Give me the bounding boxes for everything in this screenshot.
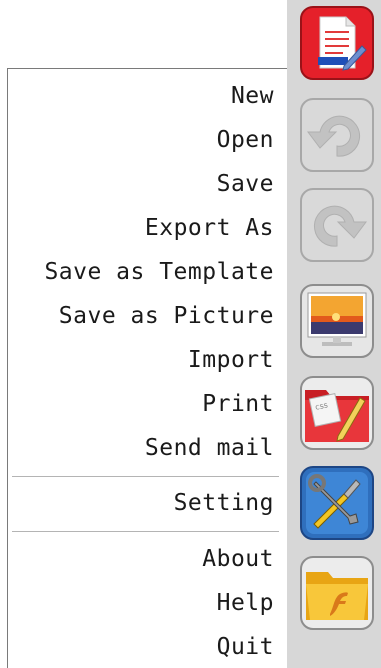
- redo-button[interactable]: [300, 188, 374, 262]
- menu-separator: [12, 531, 279, 532]
- flash-folder-icon: [300, 556, 374, 630]
- menu-item-new[interactable]: New: [231, 78, 274, 114]
- flash-folder-button[interactable]: [300, 556, 374, 630]
- redo-icon: [300, 188, 374, 262]
- menu-item-help[interactable]: Help: [217, 585, 274, 621]
- undo-icon: [300, 98, 374, 172]
- css-folder-button[interactable]: css: [300, 376, 374, 450]
- side-toolbar: css: [287, 0, 381, 668]
- menu-item-about[interactable]: About: [202, 541, 274, 577]
- menu-separator: [12, 476, 279, 477]
- menu-item-setting[interactable]: Setting: [174, 485, 274, 521]
- tools-button[interactable]: [300, 466, 374, 540]
- menu-item-save-as-picture[interactable]: Save as Picture: [59, 298, 274, 334]
- tools-icon: [300, 466, 374, 540]
- document-edit-icon: [300, 6, 374, 80]
- file-menu: New Open Save Export As Save as Template…: [7, 68, 289, 668]
- menu-item-import[interactable]: Import: [188, 342, 274, 378]
- menu-item-export-as[interactable]: Export As: [145, 210, 274, 246]
- menu-item-save[interactable]: Save: [217, 166, 274, 202]
- menu-item-send-mail[interactable]: Send mail: [145, 430, 274, 466]
- picture-icon: [300, 284, 374, 358]
- menu-item-open[interactable]: Open: [217, 122, 274, 158]
- undo-button[interactable]: [300, 98, 374, 172]
- menu-item-print[interactable]: Print: [202, 386, 274, 422]
- document-menu-button[interactable]: [300, 6, 374, 80]
- menu-item-save-as-template[interactable]: Save as Template: [44, 254, 274, 290]
- menu-item-quit[interactable]: Quit: [217, 629, 274, 665]
- css-folder-icon: css: [300, 376, 374, 450]
- insert-picture-button[interactable]: [300, 284, 374, 358]
